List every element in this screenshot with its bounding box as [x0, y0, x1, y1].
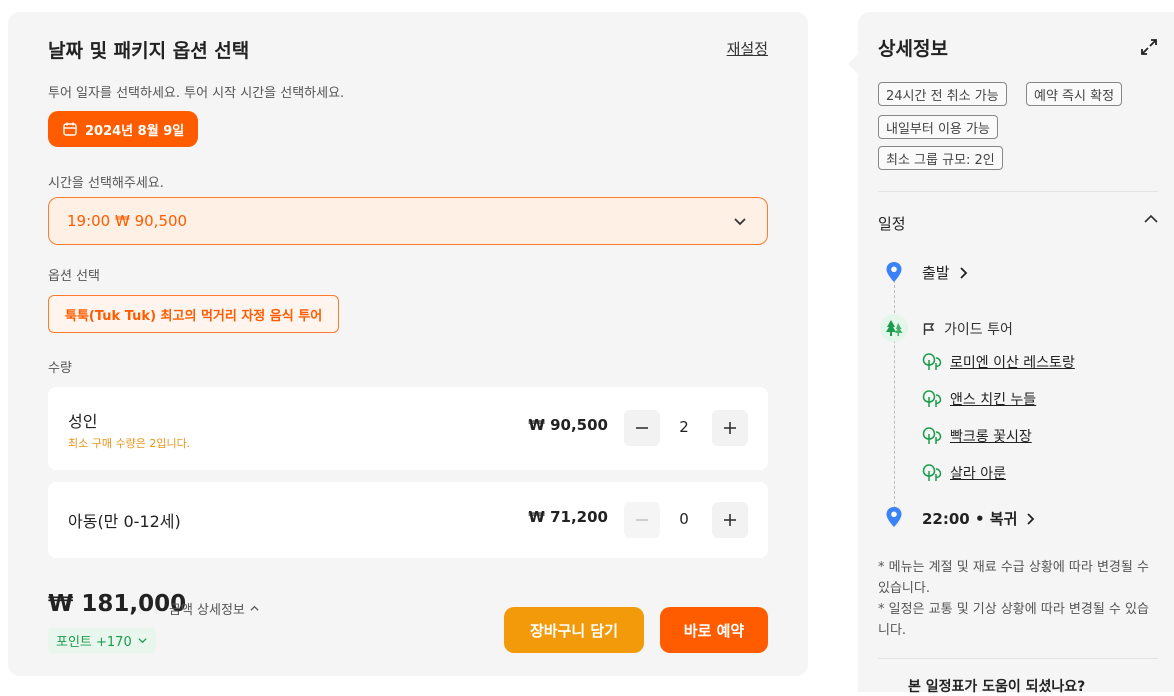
child-quantity: 0 — [679, 510, 689, 528]
book-now-button[interactable]: 바로 예약 — [660, 607, 768, 653]
points-badge[interactable]: 포인트 +170 — [48, 628, 156, 653]
plus-icon — [724, 514, 736, 526]
stop-label: 살라 아룬 — [950, 466, 1006, 482]
panel-notch — [848, 54, 858, 74]
child-label: 아동(만 0-12세) — [68, 512, 181, 531]
tag-min-group: 최소 그룹 규모: 2인 — [878, 146, 1003, 170]
guide-tour-marker — [880, 314, 908, 342]
child-quantity-row: 아동(만 0-12세) ₩ 71,200 0 — [48, 482, 768, 558]
tag-available-tomorrow: 내일부터 이용 가능 — [878, 115, 998, 139]
quantity-label: 수량 — [48, 361, 72, 376]
tree-outline-icon — [922, 464, 942, 481]
stop-link[interactable]: 앤스 치킨 누들 — [922, 389, 1036, 409]
minus-icon — [636, 519, 648, 521]
chevron-right-icon — [1027, 512, 1035, 525]
tag-instant-confirm: 예약 즉시 확정 — [1026, 82, 1123, 106]
total-price: ₩ 181,000 — [48, 591, 187, 617]
stop-link[interactable]: 로미엔 이산 레스토랑 — [922, 352, 1075, 372]
adult-plus-button[interactable] — [712, 410, 748, 446]
adult-quantity-row: 성인 최소 구매 수량은 2입니다. ₩ 90,500 2 — [48, 387, 768, 470]
child-minus-button[interactable] — [624, 502, 660, 538]
tag-cancel: 24시간 전 취소 가능 — [878, 82, 1007, 106]
booking-panel: 날짜 및 패키지 옵션 선택 재설정 투어 일자를 선택하세요. 투어 시작 시… — [8, 12, 808, 676]
detail-panel: 상세정보 24시간 전 취소 가능 예약 즉시 확정 내일부터 이용 가능 최소… — [848, 12, 1174, 695]
guide-tour-item: 가이드 투어 — [922, 319, 1013, 339]
tree-outline-icon — [922, 353, 942, 370]
price-detail-label: 금액 상세정보 — [169, 603, 245, 618]
calendar-icon — [63, 122, 77, 136]
plus-icon — [724, 422, 736, 434]
departure-item[interactable]: 출발 — [922, 262, 970, 283]
stop-link[interactable]: 빡크롱 꽃시장 — [922, 426, 1032, 446]
date-button[interactable]: 2024년 8월 9일 — [48, 111, 199, 147]
tree-outline-icon — [922, 427, 942, 444]
price-detail-toggle[interactable]: 금액 상세정보 — [169, 599, 260, 618]
date-value: 2024년 8월 9일 — [85, 123, 185, 139]
option-label: 옵션 선택 — [48, 269, 100, 284]
time-value: 19:00 ₩ 90,500 — [67, 212, 188, 230]
stop-label: 앤스 치킨 누들 — [950, 392, 1037, 408]
minus-icon — [636, 427, 648, 429]
points-label: 포인트 +170 — [56, 635, 132, 650]
chevron-up-icon — [250, 605, 259, 611]
divider — [878, 191, 1158, 192]
schedule-note: * 일정은 교통 및 기상 상황에 따라 변경될 수 있습니다. — [878, 602, 1149, 638]
child-plus-button[interactable] — [712, 502, 748, 538]
adult-quantity: 2 — [679, 418, 689, 436]
feedback-question: 본 일정표가 도움이 되셨나요? — [908, 679, 1086, 695]
stop-link[interactable]: 살라 아룬 — [922, 463, 1006, 483]
chevron-right-icon — [959, 266, 967, 279]
adult-min-note: 최소 구매 수량은 2입니다. — [68, 437, 191, 450]
tree-outline-icon — [922, 390, 942, 407]
chevron-down-icon — [138, 638, 147, 644]
tree-icon — [886, 320, 903, 336]
flag-icon — [923, 323, 935, 335]
option-chip[interactable]: 툭툭(Tuk Tuk) 최고의 먹거리 자정 음식 투어 — [48, 295, 340, 333]
add-to-cart-button[interactable]: 장바구니 담기 — [504, 607, 644, 653]
panel-title: 날짜 및 패키지 옵션 선택 — [48, 40, 250, 62]
schedule-label: 일정 — [878, 215, 906, 233]
child-price: ₩ 71,200 — [528, 508, 608, 526]
adult-label: 성인 — [68, 412, 98, 431]
adult-price: ₩ 90,500 — [528, 416, 608, 434]
detail-title: 상세정보 — [878, 38, 948, 60]
adult-minus-button[interactable] — [624, 410, 660, 446]
time-label: 시간을 선택해주세요. — [48, 176, 164, 191]
reset-link[interactable]: 재설정 — [727, 38, 768, 59]
stop-label: 빡크롱 꽃시장 — [950, 429, 1032, 445]
expand-icon[interactable] — [1140, 38, 1158, 56]
chevron-down-icon — [734, 218, 746, 226]
menu-note: * 메뉴는 계절 및 재료 수급 상황에 따라 변경될 수 있습니다. — [878, 560, 1149, 596]
return-item[interactable]: 22:00 • 복귀 — [922, 508, 1037, 529]
departure-label: 출발 — [922, 264, 950, 282]
return-label: 22:00 • 복귀 — [922, 510, 1018, 528]
divider — [878, 658, 1158, 659]
chevron-up-icon[interactable] — [1142, 210, 1160, 228]
guide-tour-label: 가이드 투어 — [944, 322, 1013, 338]
date-hint: 투어 일자를 선택하세요. 투어 시작 시간을 선택하세요. — [48, 86, 345, 101]
location-pin-icon — [886, 262, 902, 282]
location-pin-icon — [886, 507, 902, 527]
stop-label: 로미엔 이산 레스토랑 — [950, 355, 1075, 371]
time-select[interactable]: 19:00 ₩ 90,500 — [48, 197, 768, 245]
